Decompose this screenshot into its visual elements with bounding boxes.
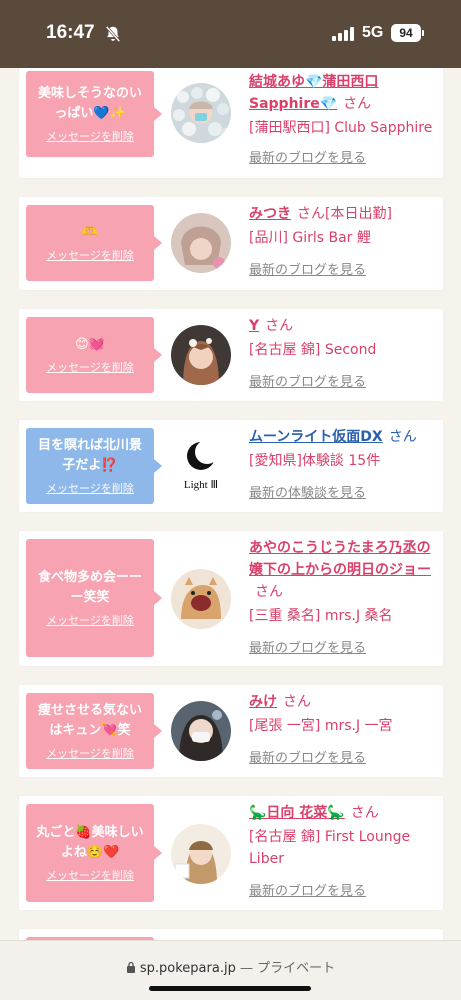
shop-info: Y さん [名古屋 錦] Second 最新のブログを見る [249, 315, 439, 390]
cast-name-link[interactable]: みつき [249, 206, 291, 222]
message-text: 美味しそうなのいっぱい💙✨ [37, 86, 142, 121]
message-bubble: 目を瞑れば北川景子だよ⁉️ メッセージを削除 [26, 428, 162, 504]
delete-message-link[interactable]: メッセージを削除 [46, 128, 134, 144]
shop-info: ムーンライト仮面DX さん [愛知県]体験談 15件 最新の体験談を見る [249, 426, 439, 501]
message-text: 目を瞑れば北川景子だよ⁉️ [37, 438, 142, 473]
message-card-partial [19, 929, 443, 940]
store-logo[interactable]: Light Ⅲ [171, 436, 231, 496]
message-feed[interactable]: 美味しそうなのいっぱい💙✨ メッセージを削除 結城あゆ💎蒲田西口Sapphire… [0, 68, 461, 940]
honorific: さん [265, 318, 294, 334]
message-card: 🫶 メッセージを削除 みつき さん[本日出勤] [品川] Girls Bar 鯉 … [19, 197, 443, 290]
shop-info: 🦕日向 花菜🦕 さん [名古屋 錦] First Lounge Liber 最新の… [249, 802, 439, 899]
avatar[interactable] [171, 701, 231, 761]
avatar[interactable] [171, 569, 231, 629]
cast-name-link[interactable]: あやのこうじうたまろ乃丞の嬢下の上からの明日のジョー [249, 540, 431, 578]
shop-info: あやのこうじうたまろ乃丞の嬢下の上からの明日のジョーさん [三重 桑名] mrs… [249, 537, 439, 656]
lock-icon [126, 961, 135, 973]
private-mode-label: プライベート [257, 961, 336, 976]
delete-message-link[interactable]: メッセージを削除 [46, 867, 134, 883]
latest-review-link[interactable]: 最新の体験談を見る [249, 482, 439, 501]
url-domain: sp.pokepara.jp [139, 961, 236, 976]
shop-info: みけ さん [尾張 一宮] mrs.J 一宮 最新のブログを見る [249, 691, 439, 766]
message-card: 食べ物多め会ーーー笑笑 メッセージを削除 あやのこうじうたまろ乃丞の嬢下の上から… [19, 531, 443, 666]
honorific: さん [350, 805, 379, 821]
cast-name-link[interactable]: みけ [249, 694, 277, 710]
avatar[interactable] [171, 83, 231, 143]
delete-message-link[interactable]: メッセージを削除 [46, 612, 134, 628]
url-separator: — [239, 961, 253, 976]
delete-message-link[interactable]: メッセージを削除 [46, 359, 134, 375]
avatar[interactable] [171, 325, 231, 385]
message-bubble: 丸ごと🍓美味しいよね☺️❤️ メッセージを削除 [26, 804, 162, 902]
cast-name-link[interactable]: Y [249, 318, 259, 334]
honorific: さん [255, 584, 283, 600]
message-bubble: 食べ物多め会ーーー笑笑 メッセージを削除 [26, 539, 162, 657]
message-bubble: 😊💓 メッセージを削除 [26, 317, 162, 393]
honorific: さん [343, 96, 372, 112]
shop-name: [名古屋 錦] First Lounge Liber [249, 829, 411, 867]
battery-icon: 94 [391, 24, 421, 42]
delete-message-link[interactable]: メッセージを削除 [46, 480, 134, 496]
delete-message-link[interactable]: メッセージを削除 [46, 247, 134, 263]
message-text: 食べ物多め会ーーー笑笑 [37, 570, 142, 605]
message-text: 丸ごと🍓美味しいよね☺️❤️ [36, 825, 144, 860]
battery-tip [422, 30, 424, 36]
home-indicator[interactable] [149, 986, 311, 991]
shop-name: [三重 桑名] mrs.J 桑名 [249, 608, 393, 624]
honorific: さん [283, 694, 311, 710]
message-card: 痩せさせる気ないはキュン💘笑 メッセージを削除 みけ さん [尾張 一宮] mrs… [19, 685, 443, 777]
latest-blog-link[interactable]: 最新のブログを見る [249, 747, 439, 766]
message-bubble: 痩せさせる気ないはキュン💘笑 メッセージを削除 [26, 693, 162, 769]
message-card: 美味しそうなのいっぱい💙✨ メッセージを削除 結城あゆ💎蒲田西口Sapphire… [19, 68, 443, 178]
latest-blog-link[interactable]: 最新のブログを見る [249, 147, 439, 166]
message-bubble: 🫶 メッセージを削除 [26, 205, 162, 281]
shop-info: みつき さん[本日出勤] [品川] Girls Bar 鯉 最新のブログを見る [249, 203, 439, 278]
avatar[interactable] [171, 213, 231, 273]
latest-blog-link[interactable]: 最新のブログを見る [249, 637, 439, 656]
url-bar[interactable]: sp.pokepara.jp — プライベート [0, 940, 461, 1000]
status-bar: 16:47 5G 94 [0, 0, 461, 68]
latest-blog-link[interactable]: 最新のブログを見る [249, 259, 439, 278]
moon-logo-icon: Light Ⅲ [184, 440, 219, 491]
delete-message-link[interactable]: メッセージを削除 [46, 745, 134, 761]
shop-name: [蒲田駅西口] Club Sapphire [249, 120, 433, 136]
honorific: さん[本日出勤] [297, 206, 392, 222]
status-time: 16:47 [46, 22, 95, 43]
message-card: 目を瞑れば北川景子だよ⁉️ メッセージを削除 Light Ⅲ ムーンライト仮面D… [19, 420, 443, 512]
network-label: 5G [362, 24, 384, 41]
writer-name-link[interactable]: ムーンライト仮面DX [249, 429, 383, 445]
avatar[interactable] [171, 824, 231, 884]
bell-slash-icon [105, 25, 121, 43]
shop-name: [名古屋 錦] Second [249, 342, 377, 358]
message-text: 🫶 [81, 225, 99, 240]
message-card: 丸ごと🍓美味しいよね☺️❤️ メッセージを削除 🦕日向 花菜🦕 さん [名古屋 錦… [19, 796, 443, 910]
signal-icon [332, 27, 354, 41]
shop-name: [尾張 一宮] mrs.J 一宮 [249, 718, 393, 734]
shop-name: [品川] Girls Bar 鯉 [249, 230, 371, 246]
message-bubble: 美味しそうなのいっぱい💙✨ メッセージを削除 [26, 71, 162, 157]
shop-info: 結城あゆ💎蒲田西口Sapphire💎 さん [蒲田駅西口] Club Sapphi… [249, 71, 439, 166]
message-text: 痩せさせる気ないはキュン💘笑 [37, 703, 142, 738]
cast-name-link[interactable]: 🦕日向 花菜🦕 [249, 805, 345, 821]
latest-blog-link[interactable]: 最新のブログを見る [249, 371, 439, 390]
message-card: 😊💓 メッセージを削除 Y さん [名古屋 錦] Second 最新のブログを見る [19, 309, 443, 401]
message-text: 😊💓 [75, 337, 105, 352]
honorific: さん [388, 429, 417, 445]
logo-text: Light Ⅲ [184, 479, 218, 491]
review-count: [愛知県]体験談 15件 [249, 453, 381, 469]
latest-blog-link[interactable]: 最新のブログを見る [249, 880, 439, 899]
